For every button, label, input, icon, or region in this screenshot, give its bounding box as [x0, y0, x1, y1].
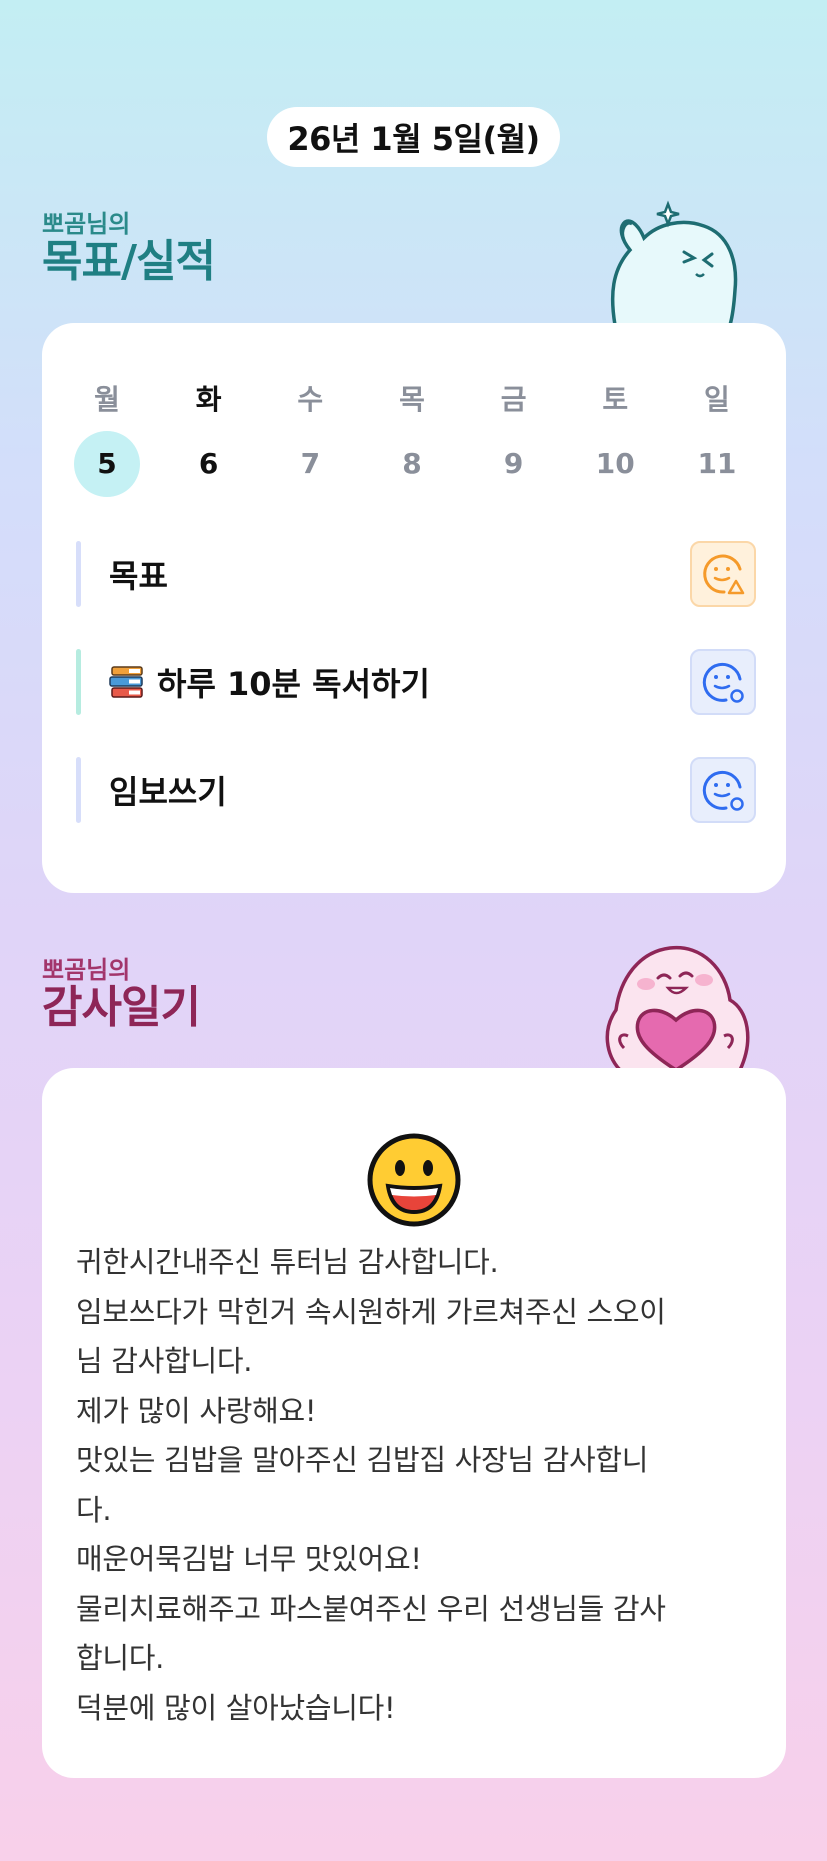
smile-triangle-icon[interactable] [690, 541, 756, 607]
day-number[interactable]: 8 [377, 431, 447, 497]
day-name-sat: 토 [602, 383, 629, 416]
goal-item-bar [76, 649, 81, 715]
waving-mascot-illustration [610, 200, 738, 325]
day-number-label: 5 [74, 431, 140, 497]
date-pill[interactable]: 26년 1월 5일(월) [267, 107, 560, 167]
smile-circle-icon[interactable] [690, 649, 756, 715]
diary-section-title: 감사일기 [42, 982, 201, 1033]
goal-item-writing[interactable]: 임보쓰기 [76, 757, 756, 823]
goal-item-label: 하루 10분 독서하기 [157, 665, 430, 703]
gratitude-diary-card: 귀한시간내주신 튜터님 감사합니다. 임보쓰다가 막힌거 속시원하게 가르쳐주신… [42, 1068, 786, 1778]
grinning-face-icon [367, 1133, 461, 1227]
day-number[interactable]: 6 [174, 431, 244, 497]
diary-line: 님 감사합니다. [76, 1344, 253, 1378]
goal-item-header[interactable]: 목표 [76, 541, 756, 607]
day-name-fri: 금 [500, 383, 527, 416]
goal-item-bar [76, 541, 81, 607]
books-icon [109, 666, 143, 698]
goal-section-label: 뽀곰님의 목표/실적 [42, 210, 216, 287]
diary-section-label: 뽀곰님의 감사일기 [42, 956, 201, 1033]
diary-line: 매운어묵김밥 너무 맛있어요! [76, 1542, 422, 1576]
diary-line: 덕분에 많이 살아났습니다! [76, 1690, 396, 1725]
diary-line: 다. [76, 1492, 112, 1527]
goal-section-title: 목표/실적 [42, 236, 216, 287]
day-name-sun: 일 [704, 383, 730, 416]
day-name-mon: 월 [94, 383, 120, 416]
heart-mascot-illustration [605, 945, 750, 1070]
goal-section-prefix: 뽀곰님의 [42, 210, 131, 238]
diary-line: 맛있는 김밥을 말아주신 김밥집 사장님 감사합니 [76, 1443, 649, 1477]
day-name-wed: 수 [297, 383, 324, 416]
goal-card: 월 화 수 목 금 토 일 5 6 7 8 9 10 11 목표 하루 10분 … [42, 323, 786, 893]
diary-line: 물리치료해주고 파스붙여주신 우리 선생님들 감사 [76, 1591, 666, 1626]
diary-text: 귀한시간내주신 튜터님 감사합니다. 임보쓰다가 막힌거 속시원하게 가르쳐주신… [76, 1238, 766, 1733]
day-number[interactable]: 11 [682, 431, 752, 497]
goal-item-label: 임보쓰기 [109, 773, 227, 811]
week-day-numbers: 5 6 7 8 9 10 11 [72, 431, 752, 497]
week-day-names: 월 화 수 목 금 토 일 [72, 378, 752, 418]
diary-line: 제가 많이 사랑해요! [76, 1393, 317, 1428]
goal-item-reading[interactable]: 하루 10분 독서하기 [76, 649, 756, 715]
date-label: 26년 1월 5일(월) [287, 120, 540, 158]
day-number[interactable]: 7 [275, 431, 345, 497]
day-name-thu: 목 [399, 383, 425, 416]
day-number[interactable]: 10 [580, 431, 650, 497]
goal-item-bar [76, 757, 81, 823]
diary-line: 임보쓰다가 막힌거 속시원하게 가르쳐주신 스오이 [76, 1294, 666, 1329]
day-number[interactable]: 9 [479, 431, 549, 497]
diary-line: 귀한시간내주신 튜터님 감사합니다. [76, 1245, 499, 1279]
diary-section-prefix: 뽀곰님의 [42, 956, 131, 984]
day-name-tue: 화 [195, 383, 222, 416]
diary-line: 합니다. [76, 1641, 165, 1675]
day-number-selected[interactable]: 5 [72, 431, 142, 497]
smile-circle-icon[interactable] [690, 757, 756, 823]
goal-item-label: 목표 [109, 557, 168, 595]
